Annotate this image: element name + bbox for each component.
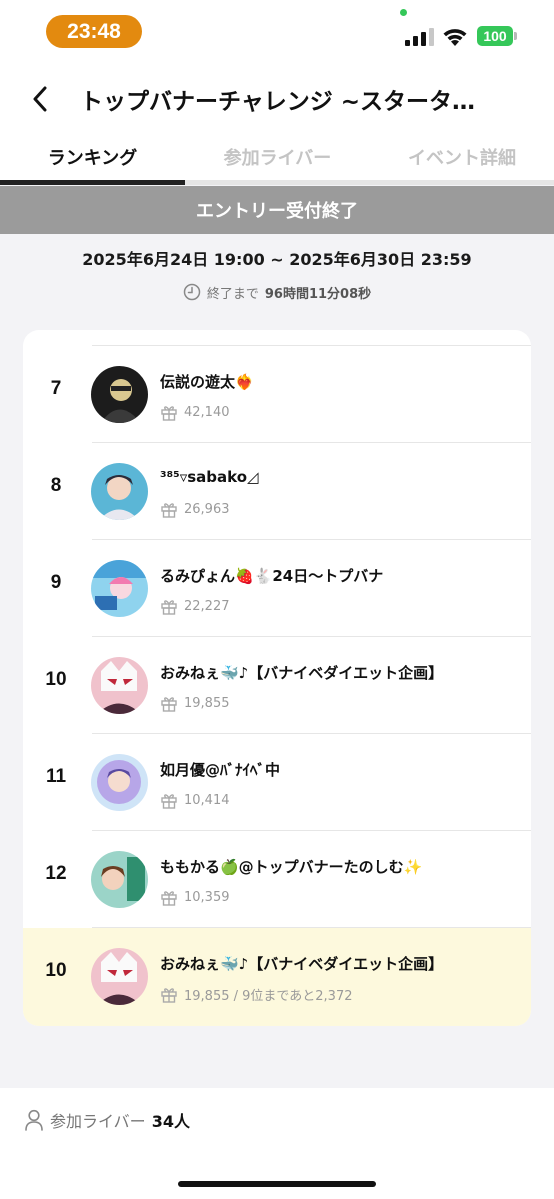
liver-name: るみぴょん🍓🐇24日〜トプバナ [160,567,384,585]
score: 19,855 / 9位まであと2,372 [160,984,353,1004]
back-button[interactable] [26,84,54,114]
avatar[interactable] [91,366,148,423]
wifi-icon [443,29,467,46]
status-bar: 23:48 100 [0,0,554,64]
person-icon [25,1109,43,1131]
score: 42,140 [160,402,230,422]
ranking-card: 7 伝説の遊太❤️‍🔥 42,140 8 ³⁸⁵▿sabako◿ 26,963 … [23,330,531,1026]
liver-name: 伝説の遊太❤️‍🔥 [160,373,254,391]
status-time: 23:48 [46,15,142,48]
header: トップバナーチャレンジ ~スタータ… [0,64,554,132]
rank-number: 10 [45,960,67,981]
battery-tip [514,32,517,40]
gift-icon [161,987,177,1003]
event-date-range: 2025年6月24日 19:00 ~ 2025年6月30日 23:59 [82,250,472,269]
rank-number: 10 [45,669,67,690]
entry-closed-banner: エントリー受付終了 [0,186,554,234]
participants-summary[interactable]: 参加ライバー 34人 [24,1108,190,1132]
score-value: 19,855 [184,695,230,711]
participants-count: 34人 [151,1112,190,1131]
score-value: 10,414 [184,792,230,808]
my-rank-row[interactable]: 10 おみねぇ🐳♪【バナイベダイエット企画】 19,855 / 9位まであと2,… [23,928,531,1026]
liver-name: おみねぇ🐳♪【バナイベダイエット企画】 [160,955,444,973]
rank-number: 8 [50,475,62,496]
ranking-row[interactable]: 8 ³⁸⁵▿sabako◿ 26,963 [23,443,531,540]
avatar[interactable] [91,754,148,811]
page-title: トップバナーチャレンジ ~スタータ… [80,89,476,115]
score-value: 22,227 [184,598,230,614]
tab-participants[interactable]: 参加ライバー [185,142,370,172]
rank-number: 7 [50,378,62,399]
liver-name: ³⁸⁵▿sabako◿ [160,468,259,486]
tab-active-indicator [0,180,185,185]
avatar[interactable] [91,657,148,714]
score-value: 19,855 / 9位まであと2,372 [184,988,353,1004]
rank-number: 12 [45,863,67,884]
score: 10,359 [160,887,230,907]
tab-bar: ランキング 参加ライバー イベント詳細 [0,132,554,185]
gift-icon [161,696,177,712]
tab-ranking[interactable]: ランキング [0,142,185,172]
gift-icon [161,793,177,809]
ranking-row[interactable]: 9 るみぴょん🍓🐇24日〜トプバナ 22,227 [23,540,531,637]
avatar[interactable] [91,851,148,908]
avatar[interactable] [91,560,148,617]
ranking-row[interactable]: 12 ももかる🍏@トップバナーたのしむ✨ 10,359 [23,831,531,928]
ranking-row[interactable]: 7 伝説の遊太❤️‍🔥 42,140 [23,346,531,443]
score: 10,414 [160,790,230,810]
chevron-left-icon [33,86,47,112]
gift-icon [161,405,177,421]
battery-icon: 100 [477,26,513,46]
cellular-signal-icon [405,28,434,46]
tab-event-details[interactable]: イベント詳細 [370,142,554,172]
participants-label: 参加ライバー [50,1112,146,1131]
gift-icon [161,599,177,615]
score: 26,963 [160,499,230,519]
rank-number: 11 [45,766,67,787]
home-indicator[interactable] [178,1181,376,1187]
avatar[interactable] [91,948,148,1005]
gift-icon [161,890,177,906]
countdown: 終了まで 96時間11分08秒 [0,281,554,303]
clock-icon [183,283,201,301]
score-value: 26,963 [184,501,230,517]
score: 19,855 [160,693,230,713]
score: 22,227 [160,596,230,616]
liver-name: おみねぇ🐳♪【バナイベダイエット企画】 [160,664,444,682]
score-value: 42,140 [184,404,230,420]
liver-name: 如月優@ﾊﾞﾅｲﾍﾞ中 [160,761,281,779]
avatar[interactable] [91,463,148,520]
countdown-value: 96時間11分08秒 [264,286,372,302]
ranking-row[interactable]: 11 如月優@ﾊﾞﾅｲﾍﾞ中 10,414 [23,734,531,831]
liver-name: ももかる🍏@トップバナーたのしむ✨ [160,858,423,876]
rank-number: 9 [50,572,62,593]
privacy-indicator-dot [400,9,407,16]
score-value: 10,359 [184,889,230,905]
ranking-row[interactable]: 10 おみねぇ🐳♪【バナイベダイエット企画】 19,855 [23,637,531,734]
countdown-label: 終了まで [206,286,259,302]
gift-icon [161,502,177,518]
